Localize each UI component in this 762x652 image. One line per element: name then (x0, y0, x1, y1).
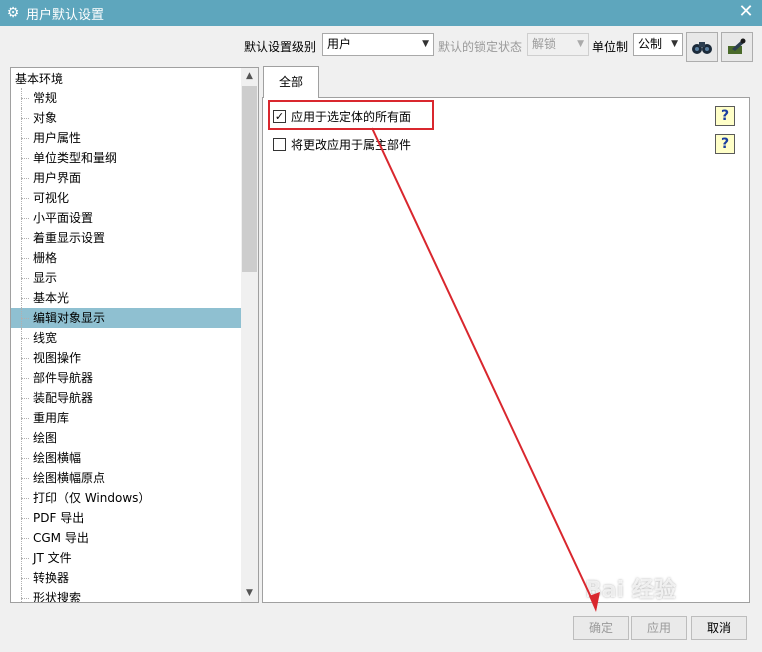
tree-item-label: 形状搜索 (33, 591, 82, 603)
tree-item-label: 单位类型和量纲 (33, 151, 118, 165)
tree-item[interactable]: 对象 (11, 108, 241, 128)
tree-item-label: CGM 导出 (33, 531, 89, 545)
tree-item[interactable]: 形状搜索 (11, 588, 241, 603)
tree-root[interactable]: 基本环境 (15, 70, 63, 88)
tree-item-label: 装配导航器 (33, 391, 94, 405)
tree-item[interactable]: 常规 (11, 88, 241, 108)
scroll-down-icon[interactable]: ▼ (241, 585, 258, 602)
chevron-down-icon: ▼ (577, 39, 584, 49)
apply-all-faces-option[interactable]: ✓ 应用于选定体的所有面 (268, 100, 434, 130)
apply-button[interactable]: 应用 (631, 616, 687, 640)
annotation-highlight-box (268, 100, 434, 130)
tree-item[interactable]: 着重显示设置 (11, 228, 241, 248)
apply-owning-part-checkbox[interactable] (273, 137, 286, 151)
tree-item-label: 用户界面 (33, 171, 82, 185)
manage-icon (728, 38, 746, 54)
tree-item-label: 绘图 (33, 431, 58, 445)
apply-all-faces-checkbox[interactable]: ✓ (273, 109, 286, 123)
tree-item-label: 对象 (33, 111, 58, 125)
close-icon[interactable]: ✕ (736, 2, 756, 22)
tree-item[interactable]: 小平面设置 (11, 208, 241, 228)
tree-item[interactable]: 用户界面 (11, 168, 241, 188)
unit-label: 单位制 (592, 40, 629, 54)
tree-item-label: 显示 (33, 271, 58, 285)
tree-item[interactable]: 绘图横幅原点 (11, 468, 241, 488)
toolbar: 默认设置级别 用户 ▼ 默认的锁定状态 解锁 ▼ 单位制 公制 ▼ (0, 30, 762, 62)
lock-label: 默认的锁定状态 (438, 40, 523, 54)
level-value: 用户 (327, 37, 352, 51)
window-title: 用户默认设置 (26, 7, 105, 23)
tree-item[interactable]: JT 文件 (11, 548, 241, 568)
tree-item-label: 打印（仅 Windows） (33, 491, 151, 505)
apply-owning-part-label: 将更改应用于属主部件 (291, 137, 412, 152)
tree-item[interactable]: PDF 导出 (11, 508, 241, 528)
scroll-thumb[interactable] (242, 86, 257, 272)
tree-item-label: 线宽 (33, 331, 58, 345)
lock-value: 解锁 (532, 37, 557, 51)
manage-settings-button[interactable] (721, 32, 753, 62)
tree-item[interactable]: 视图操作 (11, 348, 241, 368)
tree-item-label: 编辑对象显示 (33, 311, 106, 325)
tree-item[interactable]: 装配导航器 (11, 388, 241, 408)
apply-owning-part-option[interactable]: 将更改应用于属主部件 (273, 134, 411, 154)
help-icon[interactable]: ? (715, 106, 735, 126)
tree-item[interactable]: 重用库 (11, 408, 241, 428)
tree-item-label: PDF 导出 (33, 511, 85, 525)
lock-select[interactable]: 解锁 ▼ (527, 33, 589, 56)
tree-item[interactable]: 转换器 (11, 568, 241, 588)
ok-button[interactable]: 确定 (573, 616, 629, 640)
tab-all[interactable]: 全部 (263, 66, 319, 98)
tree-item[interactable]: 栅格 (11, 248, 241, 268)
tree-item-label: 可视化 (33, 191, 70, 205)
tree-scrollbar[interactable]: ▲ ▼ (241, 68, 258, 602)
find-settings-button[interactable] (686, 32, 718, 62)
tree-item[interactable]: 编辑对象显示 (11, 308, 241, 328)
tree-item-label: 用户属性 (33, 131, 82, 145)
gear-icon: ⚙ (6, 5, 20, 21)
tree-item-label: 常规 (33, 91, 58, 105)
tree-item-label: 转换器 (33, 571, 70, 585)
tree-item[interactable]: 单位类型和量纲 (11, 148, 241, 168)
tree-item[interactable]: 打印（仅 Windows） (11, 488, 241, 508)
tree-item-label: JT 文件 (33, 551, 72, 565)
tree-item[interactable]: CGM 导出 (11, 528, 241, 548)
tree-item[interactable]: 显示 (11, 268, 241, 288)
tree-item-label: 重用库 (33, 411, 70, 425)
scroll-up-icon[interactable]: ▲ (241, 68, 258, 85)
tree-item-label: 着重显示设置 (33, 231, 106, 245)
unit-value: 公制 (638, 37, 663, 51)
level-select[interactable]: 用户 ▼ (322, 33, 434, 56)
chevron-down-icon: ▼ (671, 39, 678, 49)
settings-tree[interactable]: 基本环境 常规对象用户属性单位类型和量纲 用户界面可视化小平面设置着重显示设置 栅格… (10, 67, 259, 603)
tree-item[interactable]: 绘图 (11, 428, 241, 448)
cancel-button[interactable]: 取消 (691, 616, 747, 640)
watermark-text: Bai 经验 (585, 578, 676, 603)
unit-select[interactable]: 公制 ▼ (633, 33, 683, 56)
tree-item[interactable]: 用户属性 (11, 128, 241, 148)
binoculars-icon (692, 42, 712, 54)
tree-item[interactable]: 基本光 (11, 288, 241, 308)
tree-item-label: 部件导航器 (33, 371, 94, 385)
tree-item[interactable]: 可视化 (11, 188, 241, 208)
tree-item[interactable]: 线宽 (11, 328, 241, 348)
tree-item[interactable]: 绘图横幅 (11, 448, 241, 468)
level-label: 默认设置级别 (244, 40, 317, 54)
chevron-down-icon: ▼ (422, 39, 429, 49)
title-bar: ⚙ 用户默认设置 ✕ (0, 0, 762, 26)
options-panel: ✓ 应用于选定体的所有面 ? 将更改应用于属主部件 ? (262, 97, 750, 603)
tree-item-label: 视图操作 (33, 351, 82, 365)
tree-item-label: 基本光 (33, 291, 70, 305)
tree-item-label: 绘图横幅原点 (33, 471, 106, 485)
tree-item-label: 绘图横幅 (33, 451, 82, 465)
tree-item-label: 小平面设置 (33, 211, 94, 225)
help-icon[interactable]: ? (715, 134, 735, 154)
tree-item[interactable]: 部件导航器 (11, 368, 241, 388)
tree-item-label: 栅格 (33, 251, 58, 265)
